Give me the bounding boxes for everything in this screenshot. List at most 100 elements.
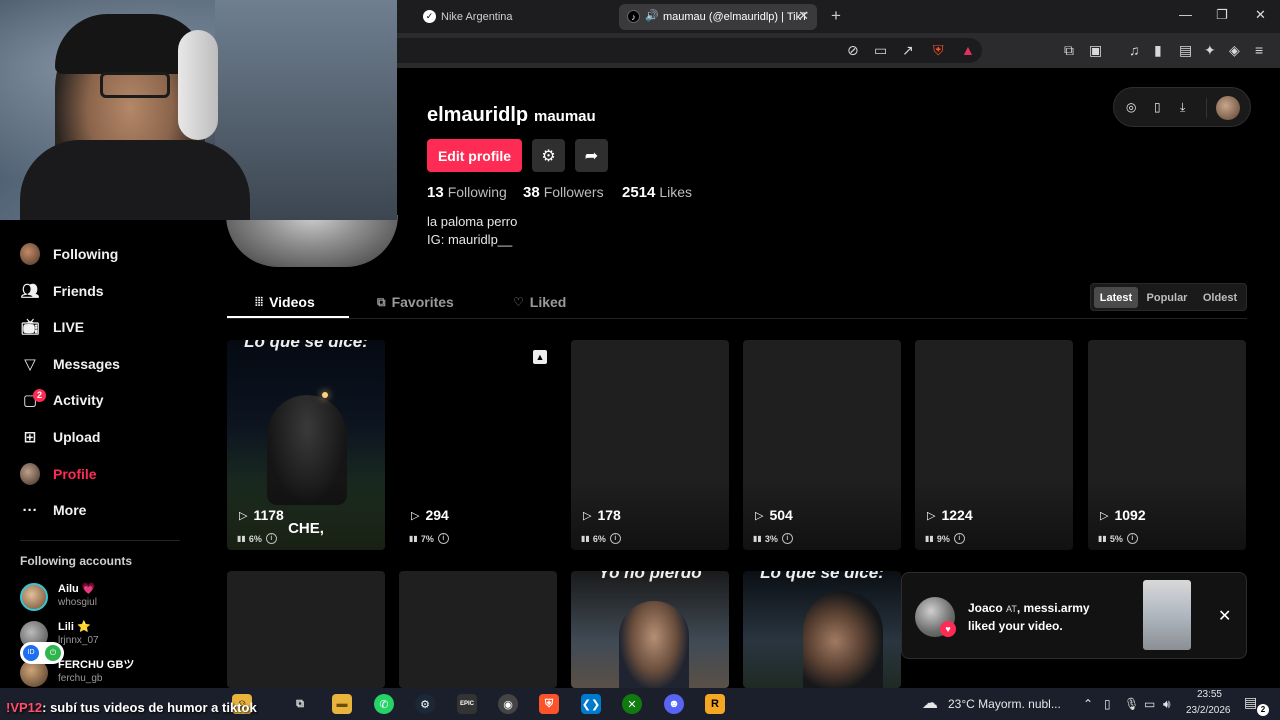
info-icon[interactable]: i — [953, 533, 965, 544]
task-view-icon[interactable]: ⧉ — [290, 694, 310, 714]
tab-videos[interactable]: ⦙⦙⦙ Videos — [255, 287, 315, 317]
steam-icon[interactable]: ⚙ — [415, 694, 435, 714]
minimize-button[interactable]: — — [1179, 7, 1192, 22]
tray-chevron-icon[interactable]: ⌃ — [1083, 697, 1093, 711]
maximize-button[interactable]: ❐ — [1216, 7, 1228, 23]
notification-count-badge: 2 — [1257, 704, 1269, 716]
video-card[interactable] — [399, 571, 557, 688]
browser-tab-nike[interactable]: ✓ Nike Argentina — [415, 4, 615, 30]
microphone-icon[interactable]: 🎙︎ — [1124, 697, 1139, 711]
sort-oldest[interactable]: Oldest — [1196, 287, 1244, 308]
glasses — [100, 72, 170, 98]
vpn-icon[interactable]: ◈ — [1229, 42, 1240, 58]
stat-following[interactable]: 13 Following — [427, 184, 507, 201]
translate-off-icon[interactable]: ⊘ — [847, 42, 859, 58]
screenshot-icon[interactable]: ▣ — [1089, 42, 1102, 58]
weather-icon[interactable]: ☁ — [922, 693, 938, 713]
download-icon[interactable]: ⤓ — [1180, 100, 1185, 115]
stream-prefix: !VP12 — [6, 700, 43, 715]
epic-games-icon[interactable]: EPIC — [457, 694, 477, 714]
brave-rewards-icon[interactable]: ▲ — [961, 42, 975, 58]
sidebar-item-activity[interactable]: ▢ Activity — [20, 385, 104, 415]
account-avatar[interactable] — [1216, 96, 1240, 120]
sidebar-item-more[interactable]: ··· More — [20, 495, 87, 525]
sidebar-item-upload[interactable]: ⊞ Upload — [20, 422, 101, 452]
info-icon[interactable]: i — [265, 533, 277, 544]
video-card[interactable]: ▷ 1224 ▮▮ 9% i — [915, 340, 1073, 550]
clock-date[interactable]: 23/2/2026 — [1186, 705, 1236, 716]
clock-time[interactable]: 23:55 — [1186, 689, 1222, 700]
address-bar[interactable] — [397, 38, 982, 63]
rockstar-icon[interactable]: R — [705, 694, 725, 714]
sidebar-item-friends[interactable]: 👥︎ Friends — [20, 276, 103, 306]
sidebar-item-profile[interactable]: Profile — [20, 459, 97, 489]
info-icon[interactable]: i — [781, 533, 793, 544]
menu-icon[interactable]: ≡ — [1255, 42, 1263, 58]
volume-icon[interactable]: 🔊︎ — [1163, 697, 1171, 712]
settings-button[interactable]: ⚙ — [532, 139, 565, 172]
close-icon[interactable]: ✕ — [1218, 606, 1231, 626]
video-card[interactable]: ▲ ▷ 294 ▮▮ 7% i — [399, 340, 557, 550]
play-icon: ▷ — [411, 509, 420, 522]
brave-icon[interactable]: ⛨ — [539, 694, 559, 714]
share-icon[interactable]: ↗ — [902, 42, 914, 58]
weather-text[interactable]: 23°C Mayorm. nubl... — [948, 697, 1061, 711]
video-card[interactable]: ▷ 178 ▮▮ 6% i — [571, 340, 729, 550]
tab-title: maumau (@elmauridlp) | TikT — [663, 11, 808, 23]
tab-liked[interactable]: ♡ Liked — [513, 287, 566, 317]
discord-icon[interactable]: ☻ — [664, 694, 684, 714]
video-caption: Yo no pierdo — [598, 571, 702, 582]
notification-center-icon[interactable]: ▤ — [1244, 694, 1257, 711]
obs-icon[interactable]: ◉ — [498, 694, 518, 714]
browser-tab-tiktok[interactable]: ♪ 🔊 maumau (@elmauridlp) | TikT ✕ — [619, 4, 817, 30]
account-item[interactable]: Ailu 💗 whosgiul — [20, 583, 97, 611]
share-profile-button[interactable]: ➦ — [575, 139, 608, 172]
xbox-icon[interactable]: ✕ — [622, 694, 642, 714]
close-window-button[interactable]: ✕ — [1255, 7, 1266, 23]
sort-popular[interactable]: Popular — [1142, 287, 1192, 308]
sidebar-item-live[interactable]: 📺︎ LIVE — [20, 312, 84, 342]
top-right-tools: ◎ ▯ ⤓ — [1113, 87, 1251, 127]
sidebar-item-messages[interactable]: ▽ Messages — [20, 349, 120, 379]
extensions-icon[interactable]: ⧉ — [1064, 42, 1074, 58]
edit-profile-button[interactable]: Edit profile — [427, 139, 522, 172]
tab-favorites[interactable]: ⧉ Favorites — [377, 287, 454, 317]
brave-shield-icon[interactable]: ⛨ — [933, 42, 944, 58]
profile-avatar[interactable] — [226, 215, 398, 267]
video-card[interactable] — [227, 571, 385, 688]
pip-controls[interactable]: ID ⏻ — [20, 642, 64, 664]
video-card[interactable]: Lo que se dice: CHE, ▷ 1178 ▮▮ 6% i — [227, 340, 385, 550]
sidebar-toggle-icon[interactable]: ▮ — [1154, 42, 1162, 58]
close-tab-icon[interactable]: ✕ — [798, 8, 809, 24]
network-icon[interactable]: ▭ — [1144, 697, 1155, 711]
tab-title: Nike Argentina — [441, 11, 513, 23]
file-explorer-icon[interactable]: ▬ — [332, 694, 352, 714]
video-card[interactable]: Lo que se dice: — [743, 571, 901, 688]
like-notification[interactable]: ♥ Joaco AT, messi.army liked your video.… — [901, 572, 1247, 659]
sort-latest[interactable]: Latest — [1094, 287, 1138, 308]
cast-icon[interactable]: ▭ — [874, 42, 887, 58]
media-icon[interactable]: ♫ — [1129, 42, 1140, 58]
wallet-icon[interactable]: ▤ — [1179, 42, 1192, 58]
phone-link-icon[interactable]: ▯ — [1104, 697, 1111, 711]
new-tab-button[interactable]: + — [831, 6, 841, 26]
leo-ai-icon[interactable]: ✦ — [1204, 42, 1216, 58]
mobile-icon[interactable]: ▯ — [1154, 100, 1161, 114]
whatsapp-icon[interactable]: ✆ — [374, 694, 394, 714]
video-card[interactable]: ▷ 1092 ▮▮ 5% i — [1088, 340, 1246, 550]
stat-followers[interactable]: 38 Followers — [523, 184, 604, 201]
sidebar-item-following[interactable]: Following — [20, 239, 118, 269]
vscode-icon[interactable]: ❮❯ — [581, 694, 601, 714]
sort-toggle: Latest Popular Oldest — [1090, 283, 1247, 311]
compass-icon[interactable]: ◎ — [1126, 100, 1136, 114]
rate-value: 5% — [1109, 533, 1123, 544]
notification-video-thumbnail[interactable] — [1143, 580, 1191, 650]
audio-playing-icon[interactable]: 🔊 — [645, 9, 659, 22]
info-icon[interactable]: i — [609, 533, 621, 544]
video-card[interactable]: ▷ 504 ▮▮ 3% i — [743, 340, 901, 550]
street-light — [322, 392, 328, 398]
info-icon[interactable]: i — [437, 533, 449, 544]
info-icon[interactable]: i — [1126, 533, 1138, 544]
video-card[interactable]: Yo no pierdo — [571, 571, 729, 688]
views-count: 1092 — [1114, 507, 1146, 523]
